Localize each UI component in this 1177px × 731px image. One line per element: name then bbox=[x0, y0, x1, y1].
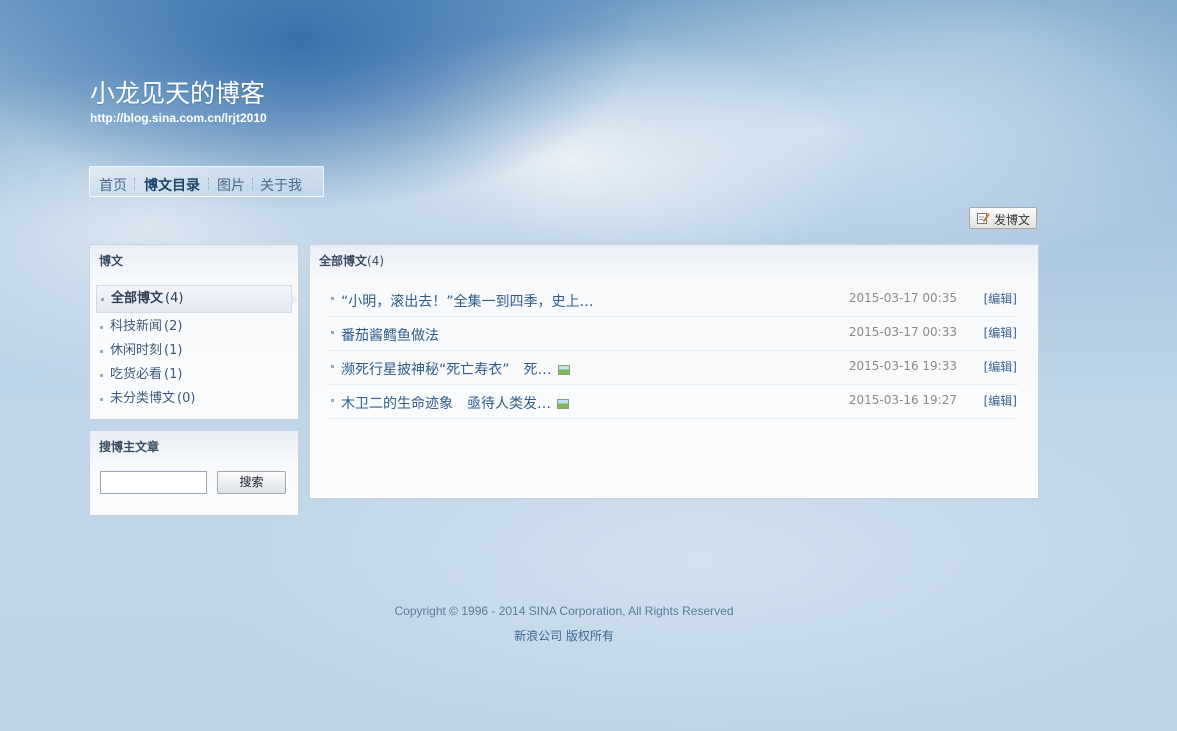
main-nav: 首页 博文目录 图片 关于我 bbox=[89, 166, 324, 197]
nav-home[interactable]: 首页 bbox=[99, 175, 127, 195]
article-edit-link[interactable]: [编辑] bbox=[984, 324, 1017, 341]
article-row: 番茄酱鳕鱼做法 2015-03-17 00:33 [编辑] bbox=[329, 317, 1017, 351]
search-title: 搜博主文章 bbox=[99, 440, 160, 454]
company-link[interactable]: 新浪公司 版权所有 bbox=[0, 627, 1128, 644]
nav-photos[interactable]: 图片 bbox=[217, 175, 245, 195]
articles-count: (4) bbox=[367, 254, 385, 268]
nav-separator bbox=[208, 178, 209, 190]
blog-url[interactable]: http://blog.sina.com.cn/lrjt2010 bbox=[90, 111, 267, 125]
article-row: 木卫二的生命迹象 亟待人类发… 2015-03-16 19:27 [编辑] bbox=[329, 385, 1017, 419]
article-edit-link[interactable]: [编辑] bbox=[984, 392, 1017, 409]
article-title-link[interactable]: 木卫二的生命迹象 亟待人类发… bbox=[341, 393, 569, 413]
article-title-link[interactable]: 番茄酱鳕鱼做法 bbox=[341, 325, 439, 345]
category-label: 未分类博文 bbox=[110, 391, 176, 406]
category-label: 休闲时刻 bbox=[110, 343, 163, 358]
categories-panel: 博文 全部博文 (4) 科技新闻 (2) 休闲时刻 (1) 吃货必看 (1) 未分类博文… bbox=[89, 244, 299, 420]
article-edit-link[interactable]: [编辑] bbox=[984, 290, 1017, 307]
article-title-link[interactable]: “小明，滚出去！”全集一到四季，史上… bbox=[341, 291, 594, 311]
blog-title: 小龙见天的博客 bbox=[90, 79, 266, 108]
article-date: 2015-03-17 00:35 bbox=[848, 291, 957, 305]
category-count: (2) bbox=[164, 319, 183, 334]
articles-title-label: 全部博文 bbox=[319, 254, 368, 268]
category-count: (0) bbox=[177, 391, 196, 406]
article-edit-link[interactable]: [编辑] bbox=[984, 358, 1017, 375]
articles-title: 全部博文(4) bbox=[319, 252, 384, 269]
edit-icon bbox=[977, 213, 990, 224]
category-item-tech-news[interactable]: 科技新闻 (2) bbox=[96, 315, 292, 339]
category-item-food[interactable]: 吃货必看 (1) bbox=[96, 363, 292, 387]
active-arrow bbox=[292, 293, 298, 305]
image-icon bbox=[557, 365, 570, 375]
category-item-uncategorized[interactable]: 未分类博文 (0) bbox=[96, 387, 292, 411]
nav-separator bbox=[252, 178, 253, 190]
article-row: 濒死行星披神秘“死亡寿衣” 死… 2015-03-16 19:33 [编辑] bbox=[329, 351, 1017, 385]
search-panel: 搜博主文章 搜索 bbox=[89, 430, 299, 516]
category-label: 科技新闻 bbox=[110, 319, 163, 334]
category-count: (4) bbox=[165, 291, 184, 306]
category-label: 全部博文 bbox=[111, 291, 164, 306]
category-item-all[interactable]: 全部博文 (4) bbox=[96, 285, 298, 313]
nav-separator bbox=[134, 178, 135, 190]
category-label: 吃货必看 bbox=[110, 367, 163, 382]
nav-about[interactable]: 关于我 bbox=[260, 175, 302, 195]
image-icon bbox=[557, 399, 569, 409]
categories-title: 博文 bbox=[99, 254, 124, 268]
category-count: (1) bbox=[164, 343, 183, 358]
nav-blog-list[interactable]: 博文目录 bbox=[144, 175, 200, 195]
post-blog-button[interactable]: 发博文 bbox=[969, 207, 1037, 229]
category-item-leisure[interactable]: 休闲时刻 (1) bbox=[96, 339, 292, 363]
article-row: “小明，滚出去！”全集一到四季，史上… 2015-03-17 00:35 [编辑… bbox=[329, 283, 1017, 317]
article-list: “小明，滚出去！”全集一到四季，史上… 2015-03-17 00:35 [编辑… bbox=[329, 283, 1017, 419]
article-date: 2015-03-17 00:33 bbox=[848, 325, 957, 339]
category-count: (1) bbox=[164, 367, 183, 382]
search-button[interactable]: 搜索 bbox=[217, 471, 286, 494]
copyright-text: Copyright © 1996 - 2014 SINA Corporation… bbox=[394, 604, 734, 618]
article-title-link[interactable]: 濒死行星披神秘“死亡寿衣” 死… bbox=[341, 359, 570, 379]
article-date: 2015-03-16 19:33 bbox=[848, 359, 957, 373]
post-blog-label: 发博文 bbox=[994, 213, 1031, 227]
search-input[interactable] bbox=[100, 471, 207, 494]
article-date: 2015-03-16 19:27 bbox=[848, 393, 957, 407]
articles-panel: 全部博文(4) “小明，滚出去！”全集一到四季，史上… 2015-03-17 0… bbox=[309, 244, 1039, 499]
category-list: 全部博文 (4) 科技新闻 (2) 休闲时刻 (1) 吃货必看 (1) 未分类博文 (0) bbox=[96, 285, 298, 411]
